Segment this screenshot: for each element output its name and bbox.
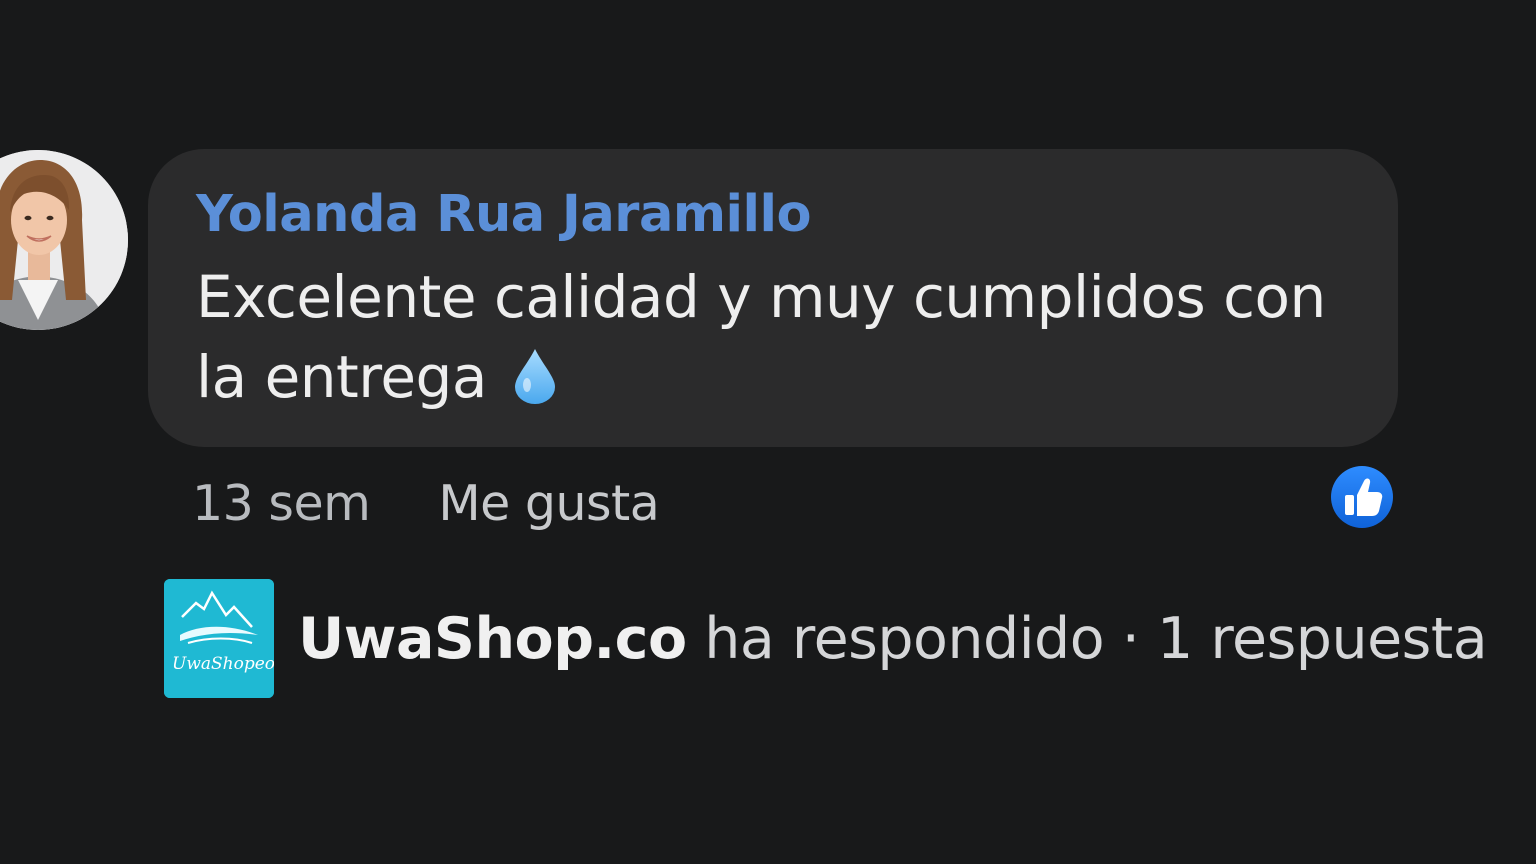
author-avatar[interactable] <box>0 150 128 330</box>
reply-summary: UwaShop.co ha respondido · 1 respuesta <box>298 605 1488 672</box>
comment-thread: Yolanda Rua Jaramillo Excelente calidad … <box>0 0 1536 864</box>
page-logo: UwaShopeo <box>164 579 274 698</box>
page-name[interactable]: UwaShop.co <box>298 606 687 672</box>
replies-link[interactable]: UwaShopeo UwaShop.co ha respondido · 1 r… <box>164 579 1488 698</box>
logo-wordmark: UwaShopeo <box>172 654 274 674</box>
comment-text-block: Excelente calidad y muy cumplidos con la… <box>196 257 1350 425</box>
comment-text: Excelente calidad y muy cumplidos con la… <box>196 263 1326 411</box>
reply-status: ha respondido · 1 respuesta <box>686 605 1488 672</box>
comment-timestamp[interactable]: 13 sem <box>192 475 371 532</box>
like-button[interactable]: Me gusta <box>438 475 659 532</box>
thumbs-up-icon[interactable] <box>1330 463 1394 531</box>
comment-bubble: Yolanda Rua Jaramillo Excelente calidad … <box>148 149 1398 447</box>
droplet-icon <box>513 345 557 425</box>
author-name-link[interactable]: Yolanda Rua Jaramillo <box>196 179 1350 251</box>
comment-actions: 13 sem Me gusta <box>192 468 660 538</box>
